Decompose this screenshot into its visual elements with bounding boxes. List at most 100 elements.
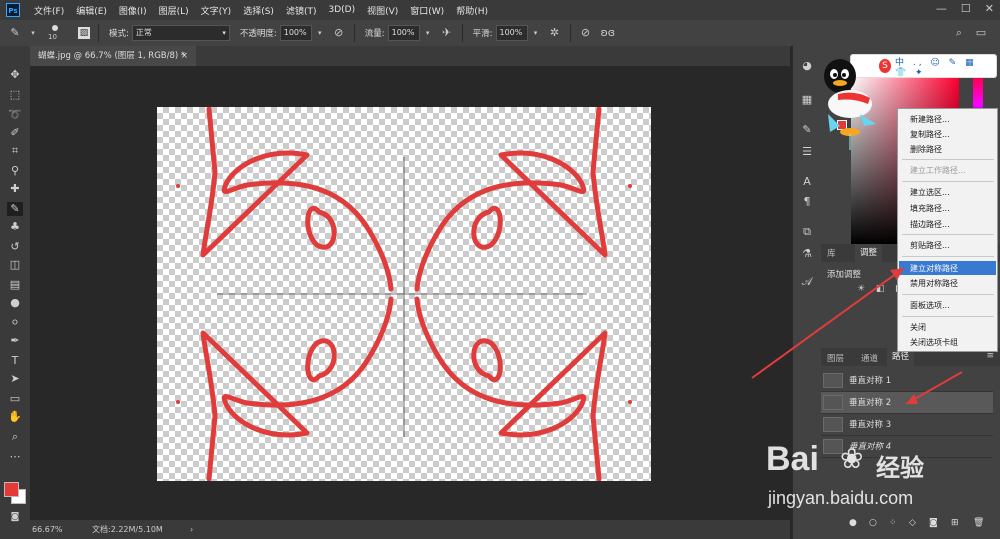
move-tool-icon[interactable]: ✥ — [7, 68, 23, 82]
menu-item-fill-path[interactable]: 填充路径... — [910, 203, 950, 214]
minimize-icon[interactable]: — — [936, 2, 947, 15]
tool-presets-icon[interactable]: ⚗ — [799, 246, 815, 262]
menu-type[interactable]: 文字(Y) — [195, 4, 238, 17]
menu-select[interactable]: 选择(S) — [237, 4, 280, 17]
menu-edit[interactable]: 编辑(E) — [70, 4, 113, 17]
menu-filter[interactable]: 滤镜(T) — [280, 4, 323, 17]
menu-item-disable-symmetry-path[interactable]: 禁用对称路径 — [910, 278, 958, 289]
chevron-right-icon[interactable]: › — [190, 520, 193, 539]
paw-icon: ❀ — [840, 442, 864, 475]
maximize-icon[interactable]: ☐ — [961, 2, 971, 15]
brush-preset-picker[interactable]: 10 — [44, 23, 70, 43]
menu-image[interactable]: 图像(I) — [113, 4, 153, 17]
smooth-input[interactable]: 100% — [495, 25, 528, 41]
glyphs-panel-icon[interactable]: 𝒜 — [799, 274, 815, 290]
delete-path-icon[interactable]: 🗑 — [973, 518, 984, 528]
stroke-quadrant-bottom-right — [414, 296, 608, 481]
clone-source-icon[interactable]: ⧉ — [799, 224, 815, 240]
character-panel-icon[interactable]: A — [799, 174, 815, 190]
color-panel-icon[interactable]: ◕ — [799, 58, 815, 74]
hand-tool-icon[interactable]: ✋ — [7, 410, 23, 424]
airbrush-icon[interactable]: ✈ — [440, 26, 454, 40]
tab-library[interactable]: 库 — [827, 247, 836, 259]
pressure-size-icon[interactable]: ⊘ — [579, 26, 593, 40]
menu-file[interactable]: 文件(F) — [28, 4, 70, 17]
eraser-tool-icon[interactable]: ◫ — [7, 258, 23, 272]
mode-select[interactable]: 正常 ▾ — [131, 25, 230, 41]
menu-item-duplicate-path[interactable]: 复制路径... — [910, 129, 950, 140]
more-tools-icon[interactable]: ⋯ — [7, 450, 23, 464]
quick-select-tool-icon[interactable]: ✐ — [7, 126, 23, 140]
workspace-icon[interactable]: ▭ — [974, 26, 988, 40]
menu-item-clipping-path[interactable]: 剪贴路径... — [910, 240, 950, 251]
marquee-tool-icon[interactable]: ⬚ — [7, 88, 23, 102]
brush-settings-icon[interactable]: ✎ — [799, 122, 815, 138]
menu-view[interactable]: 视图(V) — [361, 4, 404, 17]
lasso-tool-icon[interactable]: ➰ — [7, 108, 23, 122]
menu-item-close[interactable]: 关闭 — [910, 322, 926, 333]
dodge-tool-icon[interactable]: ⚪ — [7, 316, 23, 330]
dropdown-icon[interactable]: ▾ — [30, 26, 36, 40]
path-row[interactable]: 垂直对称 1 — [821, 370, 993, 392]
chevron-down-icon[interactable]: ▾ — [316, 26, 324, 40]
zoom-tool-icon[interactable]: ⌕ — [7, 430, 23, 444]
symmetry-butterfly-icon[interactable]: ʚɞ — [601, 26, 616, 40]
pressure-opacity-icon[interactable]: ⊘ — [332, 26, 346, 40]
document-tab[interactable]: 蝴蝶.jpg @ 66.7% (图层 1, RGB/8) * × — [30, 46, 196, 66]
chevron-down-icon[interactable]: ▾ — [424, 26, 432, 40]
quick-mask-icon[interactable]: ◙ — [7, 510, 23, 524]
foreground-color-swatch[interactable] — [4, 482, 19, 497]
stroke-quadrant-top-right — [414, 107, 608, 292]
menu-item-make-work-path[interactable]: 建立工作路径... — [910, 165, 966, 176]
path-row[interactable]: 垂直对称 3 — [821, 414, 993, 436]
adjust-sliders-icon[interactable]: ☰ — [799, 144, 815, 160]
menu-item-make-symmetry-path[interactable]: 建立对称路径 — [910, 263, 958, 274]
gear-icon[interactable]: ✲ — [548, 26, 562, 40]
search-icon[interactable]: ⌕ — [952, 26, 966, 40]
crop-tool-icon[interactable]: ⌗ — [7, 144, 23, 158]
shape-tool-icon[interactable]: ▭ — [7, 392, 23, 406]
eyedropper-tool-icon[interactable]: ⚲ — [7, 164, 23, 178]
flow-input[interactable]: 100% — [387, 25, 420, 41]
menu-item-close-tab-group[interactable]: 关闭选项卡组 — [910, 337, 958, 348]
status-bar: 66.67% 文档:2.22M/5.10M › — [30, 520, 790, 539]
opacity-input[interactable]: 100% — [279, 25, 312, 41]
brush-tool-icon[interactable]: ✎ — [8, 26, 22, 40]
healing-tool-icon[interactable]: ✚ — [7, 182, 23, 196]
menu-item-stroke-path[interactable]: 描边路径... — [910, 219, 950, 230]
close-window-icon[interactable]: ✕ — [985, 2, 994, 15]
blur-tool-icon[interactable]: ● — [7, 296, 23, 310]
zoom-level[interactable]: 66.67% — [32, 520, 63, 539]
menu-item-make-selection[interactable]: 建立选区... — [910, 187, 950, 198]
stroke-quadrant-bottom-left — [200, 296, 394, 481]
panel-menu-icon[interactable]: ≡ — [986, 351, 994, 361]
menu-item-delete-path[interactable]: 删除路径 — [910, 144, 942, 155]
stamp-tool-icon[interactable]: ♣ — [7, 220, 23, 234]
close-icon[interactable]: × — [181, 46, 188, 66]
tab-layers[interactable]: 图层 — [827, 352, 844, 364]
menu-layer[interactable]: 图层(L) — [153, 4, 195, 17]
path-row-selected[interactable]: 垂直对称 2 — [821, 392, 993, 414]
baidu-watermark: Bai ❀ 经验 jingyan.baidu.com — [766, 440, 956, 520]
menu-separator — [902, 316, 994, 317]
brush-tool-icon[interactable]: ✎ — [7, 202, 23, 216]
document-canvas[interactable] — [157, 107, 651, 481]
path-select-tool-icon[interactable]: ➤ — [7, 372, 23, 386]
menu-help[interactable]: 帮助(H) — [450, 4, 494, 17]
path-thumbnail — [823, 395, 843, 410]
history-brush-tool-icon[interactable]: ↺ — [7, 240, 23, 254]
paragraph-panel-icon[interactable]: ¶ — [799, 194, 815, 210]
menu-window[interactable]: 窗口(W) — [404, 4, 450, 17]
gradient-tool-icon[interactable]: ▤ — [7, 278, 23, 292]
tab-adjustments[interactable]: 调整 — [855, 244, 883, 262]
menu-item-panel-options[interactable]: 面板选项... — [910, 300, 950, 311]
tab-channels[interactable]: 通道 — [861, 352, 878, 364]
swatches-panel-icon[interactable]: ▦ — [799, 92, 815, 108]
menu-3d[interactable]: 3D(D) — [322, 5, 361, 15]
menu-item-new-path[interactable]: 新建路径... — [910, 114, 950, 125]
baidu-brand: Bai — [766, 440, 819, 478]
chevron-down-icon[interactable]: ▾ — [532, 26, 540, 40]
type-tool-icon[interactable]: T — [7, 354, 23, 368]
pen-tool-icon[interactable]: ✒ — [7, 334, 23, 348]
brush-panel-icon[interactable]: ▨ — [78, 27, 90, 39]
